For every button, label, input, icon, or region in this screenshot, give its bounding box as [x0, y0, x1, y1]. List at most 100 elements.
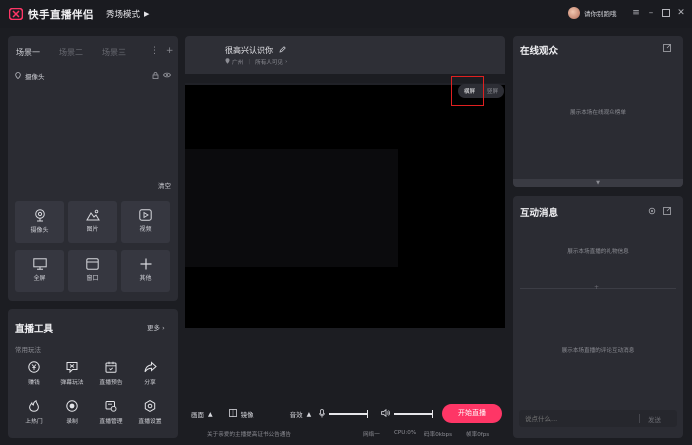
user-profile[interactable]: 请你别跑哦 — [568, 7, 617, 19]
tab-scene-2[interactable]: 场景二 — [59, 47, 83, 58]
location-pin-icon — [15, 71, 21, 81]
manage-icon — [105, 401, 117, 412]
highlight-box — [451, 76, 484, 106]
fullscreen-icon — [32, 258, 47, 270]
sound-label: 音效 — [289, 411, 303, 419]
minimize-icon[interactable]: – — [645, 7, 657, 19]
add-camera-tile[interactable]: 摄像头 — [15, 201, 64, 243]
app-title: 快手直播伴侣 — [28, 8, 94, 21]
comment-input[interactable] — [525, 414, 635, 423]
live-tools-title: 直播工具 — [15, 324, 54, 335]
add-image-tile[interactable]: 图片 — [68, 201, 117, 243]
mirror-label: 镜像 — [240, 411, 254, 419]
source-item-camera[interactable]: 摄像头 — [15, 71, 171, 81]
sound-effects-button[interactable]: 音效 ▲ — [289, 409, 312, 420]
video-icon — [139, 209, 152, 221]
scene-button[interactable]: 画面 ▲ — [191, 409, 213, 420]
tool-earn[interactable]: 赚钱 — [14, 361, 54, 386]
title-bar: 快手直播伴侣 秀场模式 ▶ 请你别跑哦 ≡ – ✕ — [0, 0, 692, 28]
more-vertical-icon[interactable]: ⋮ — [150, 46, 159, 56]
tool-settings[interactable]: 直播设置 — [130, 400, 170, 425]
tool-manage[interactable]: 直播管理 — [91, 400, 131, 425]
collapse-handle[interactable]: ▼ — [513, 179, 683, 187]
tool-label: 直播管理 — [99, 419, 123, 425]
bitrate-status: 码率0kbps — [424, 432, 453, 438]
clear-sources-button[interactable]: 清空 — [158, 180, 171, 190]
popout-icon[interactable] — [663, 207, 671, 217]
mode-selector[interactable]: 秀场模式 ▶ — [106, 8, 149, 20]
speaker-icon[interactable] — [381, 408, 391, 419]
comment-hint: 展示本场直播的评论互动消息 — [561, 348, 635, 354]
kuaishou-logo-icon — [8, 7, 24, 21]
slider-handle[interactable] — [431, 410, 434, 418]
divider — [639, 414, 640, 423]
start-live-button[interactable]: 开始直播 — [442, 404, 502, 423]
visibility-eye-icon[interactable] — [163, 72, 171, 80]
mic-volume-slider[interactable] — [329, 410, 369, 418]
tab-scene-1[interactable]: 场景一 — [16, 47, 40, 58]
tool-share[interactable]: 分享 — [130, 361, 170, 386]
scene-label: 画面 — [191, 411, 204, 419]
add-fullscreen-tile[interactable]: 全屏 — [15, 250, 64, 292]
add-video-tile[interactable]: 视频 — [121, 201, 170, 243]
add-scene-icon[interactable]: + — [166, 46, 174, 56]
caret-up-icon: ▲ — [208, 410, 213, 418]
calendar-icon — [105, 361, 117, 373]
portrait-option[interactable]: 竖屏 — [487, 87, 498, 95]
caret-right-icon: ▶ — [144, 10, 150, 18]
preview-canvas[interactable] — [185, 83, 505, 328]
drag-handle[interactable]: + — [594, 284, 599, 291]
slider-handle[interactable] — [366, 410, 369, 418]
chevron-right-icon: › — [160, 324, 165, 332]
tile-label: 视频 — [139, 226, 152, 233]
microphone-icon[interactable] — [319, 408, 326, 420]
location-label[interactable]: 广州 — [232, 58, 243, 66]
tile-label: 全屏 — [33, 275, 46, 282]
cpu-status: CPU:0% — [394, 430, 417, 436]
tile-label: 窗口 — [86, 275, 99, 282]
close-icon[interactable]: ✕ — [675, 7, 687, 19]
notice-text[interactable]: 关于亲爱的主播提高证书公告通告 — [207, 430, 291, 438]
mode-label: 秀场模式 — [106, 10, 141, 20]
app-logo: 快手直播伴侣 — [8, 7, 94, 22]
mirror-icon — [228, 409, 237, 419]
send-button[interactable]: 发送 — [648, 414, 661, 424]
popout-icon[interactable] — [663, 44, 671, 54]
comment-box: 发送 — [519, 410, 677, 427]
tool-label: 分享 — [144, 380, 156, 386]
stream-title-row[interactable]: 很高兴认识你 — [225, 45, 286, 56]
share-icon — [144, 361, 157, 373]
speaker-volume-slider[interactable] — [394, 410, 434, 418]
network-status: 网络一 — [363, 432, 380, 438]
edit-icon[interactable] — [279, 46, 286, 55]
money-icon — [28, 361, 40, 373]
messages-title: 互动消息 — [520, 208, 559, 219]
add-other-tile[interactable]: 其他 — [121, 250, 170, 292]
menu-icon[interactable]: ≡ — [630, 7, 642, 19]
settings-icon[interactable] — [648, 207, 656, 217]
tab-scene-3[interactable]: 场景三 — [102, 47, 126, 58]
tool-trending[interactable]: 上热门 — [14, 400, 54, 425]
tool-label: 弹幕玩法 — [60, 380, 84, 386]
maximize-icon[interactable] — [660, 7, 672, 19]
add-window-tile[interactable]: 窗口 — [68, 250, 117, 292]
tool-preview[interactable]: 直播预告 — [91, 361, 131, 386]
audience-hint: 展示本场在线观众榜单 — [570, 110, 626, 116]
mirror-button[interactable]: 镜像 — [228, 409, 254, 419]
image-icon — [85, 209, 100, 221]
tool-danmaku[interactable]: 弹幕玩法 — [52, 361, 92, 386]
messages-panel — [513, 196, 683, 438]
stream-meta: 广州 | 所有人可见 › — [225, 58, 287, 66]
tile-label: 其他 — [139, 275, 152, 282]
visibility-label[interactable]: 所有人可见 — [255, 58, 283, 66]
tool-label: 直播设置 — [138, 419, 162, 425]
avatar — [568, 7, 580, 19]
gift-hint: 展示本场直播的礼物信息 — [567, 249, 629, 255]
lock-icon[interactable] — [152, 71, 159, 81]
scene-tools: ⋮ + — [150, 46, 173, 56]
tile-label: 图片 — [86, 226, 99, 233]
more-tools-link[interactable]: 更多 › — [147, 322, 165, 332]
tool-label: 上热门 — [25, 419, 43, 425]
camera-source-frame[interactable] — [185, 149, 398, 267]
tool-record[interactable]: 录制 — [52, 400, 92, 425]
